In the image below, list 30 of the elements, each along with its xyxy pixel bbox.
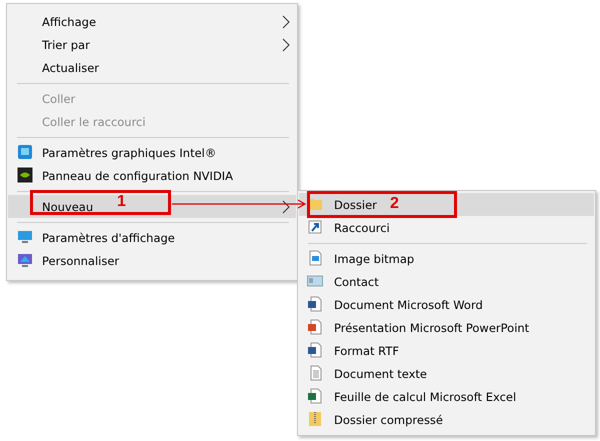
- menu-item[interactable]: Contact: [299, 270, 594, 293]
- monitor-icon: [17, 252, 33, 268]
- menu-item[interactable]: Dossier compressé: [299, 408, 594, 431]
- monitor-icon: [17, 229, 33, 245]
- menu-item[interactable]: Présentation Microsoft PowerPoint: [299, 316, 594, 339]
- excel-document-icon: [307, 388, 323, 404]
- image-file-icon: [307, 250, 323, 266]
- menu-item[interactable]: Document texte: [299, 362, 594, 385]
- menu-item[interactable]: Image bitmap: [299, 247, 594, 270]
- zip-folder-icon: [307, 411, 323, 427]
- step-number: 2: [390, 195, 399, 213]
- menu-item[interactable]: Affichage: [8, 10, 296, 33]
- step-number: 1: [117, 193, 126, 211]
- menu-item[interactable]: Panneau de configuration NVIDIA: [8, 164, 296, 187]
- contact-card-icon: [307, 273, 323, 289]
- powerpoint-document-icon: [307, 319, 323, 335]
- word-document-icon: [307, 296, 323, 312]
- menu-item[interactable]: Feuille de calcul Microsoft Excel: [299, 385, 594, 408]
- eye-logo-icon: [17, 167, 33, 183]
- word-document-icon: [307, 342, 323, 358]
- display-icon: [17, 144, 33, 160]
- menu-item[interactable]: Document Microsoft Word: [299, 293, 594, 316]
- menu-item[interactable]: Paramètres graphiques Intel®: [8, 141, 296, 164]
- menu-item[interactable]: Personnaliser: [8, 249, 296, 272]
- menu-item[interactable]: Paramètres d'affichage: [8, 226, 296, 249]
- menu-item[interactable]: Actualiser: [8, 56, 296, 79]
- menu-item[interactable]: Trier par: [8, 33, 296, 56]
- menu-item[interactable]: Format RTF: [299, 339, 594, 362]
- menu-item[interactable]: Raccourci: [299, 216, 594, 239]
- shortcut-icon: [307, 219, 323, 235]
